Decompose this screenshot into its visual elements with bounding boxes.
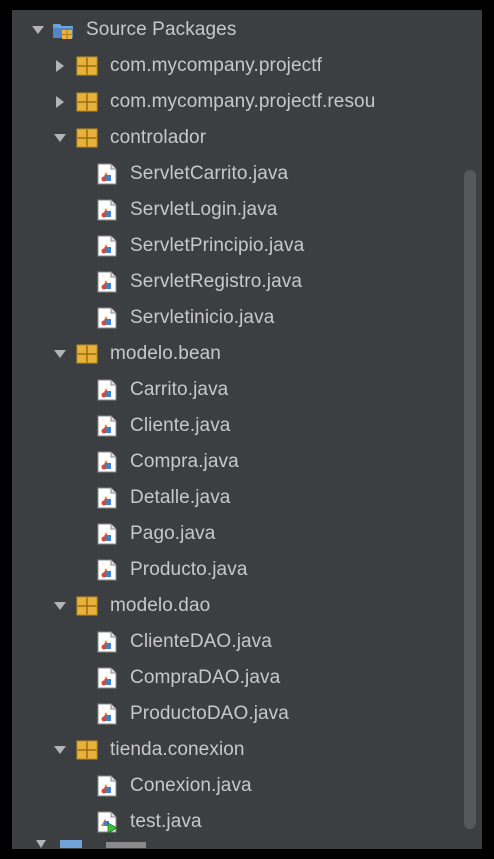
file-label: ServletCarrito.java bbox=[130, 163, 289, 184]
java-file-icon bbox=[96, 235, 118, 257]
tree-node-java-file[interactable]: Producto.java bbox=[96, 552, 458, 588]
tree-node-java-file[interactable]: CompraDAO.java bbox=[96, 660, 458, 696]
package-icon bbox=[76, 55, 98, 77]
file-label: Detalle.java bbox=[130, 487, 231, 508]
tree-node-partial bbox=[36, 834, 156, 849]
package-icon bbox=[76, 595, 98, 617]
file-label: ProductoDAO.java bbox=[130, 703, 289, 724]
tree-node-java-file[interactable]: Carrito.java bbox=[96, 372, 458, 408]
file-label: test.java bbox=[130, 811, 202, 832]
tree-node-java-file[interactable]: ServletPrincipio.java bbox=[96, 228, 458, 264]
tree-node-java-file[interactable]: Servletinicio.java bbox=[96, 300, 458, 336]
java-file-icon bbox=[96, 631, 118, 653]
tree-node-java-file[interactable]: Cliente.java bbox=[96, 408, 458, 444]
source-packages-icon bbox=[52, 19, 74, 41]
package-label: tienda.conexion bbox=[110, 739, 245, 760]
collapsed-arrow-icon[interactable] bbox=[52, 94, 68, 110]
java-file-icon bbox=[96, 307, 118, 329]
expanded-arrow-icon[interactable] bbox=[52, 742, 68, 758]
file-label: Cliente.java bbox=[130, 415, 231, 436]
java-file-icon bbox=[96, 703, 118, 725]
file-label: Servletinicio.java bbox=[130, 307, 275, 328]
tree-node-java-file[interactable]: Detalle.java bbox=[96, 480, 458, 516]
tree-node-java-file[interactable]: Pago.java bbox=[96, 516, 458, 552]
java-file-icon bbox=[96, 775, 118, 797]
partial-row-fragment-icon bbox=[36, 840, 146, 848]
file-label: Conexion.java bbox=[130, 775, 252, 796]
tree-node-java-file[interactable]: ServletRegistro.java bbox=[96, 264, 458, 300]
java-file-icon bbox=[96, 487, 118, 509]
java-file-icon bbox=[96, 163, 118, 185]
tree-node-source-packages[interactable]: Source Packages bbox=[30, 12, 458, 48]
tree-node-package[interactable]: com.mycompany.projectf bbox=[52, 48, 458, 84]
file-label: Producto.java bbox=[130, 559, 248, 580]
file-label: Compra.java bbox=[130, 451, 239, 472]
java-file-icon bbox=[96, 379, 118, 401]
package-icon bbox=[76, 343, 98, 365]
java-file-icon bbox=[96, 667, 118, 689]
package-label: modelo.dao bbox=[110, 595, 211, 616]
tree-node-package[interactable]: modelo.dao bbox=[52, 588, 458, 624]
tree-node-package[interactable]: controlador bbox=[52, 120, 458, 156]
package-icon bbox=[76, 127, 98, 149]
file-label: Pago.java bbox=[130, 523, 216, 544]
java-file-icon bbox=[96, 451, 118, 473]
java-file-icon bbox=[96, 415, 118, 437]
tree-node-java-file[interactable]: Conexion.java bbox=[96, 768, 458, 804]
java-file-icon bbox=[96, 199, 118, 221]
package-label: com.mycompany.projectf bbox=[110, 55, 322, 76]
java-main-file-icon bbox=[96, 811, 118, 833]
tree-node-package[interactable]: modelo.bean bbox=[52, 336, 458, 372]
java-file-icon bbox=[96, 523, 118, 545]
file-label: Carrito.java bbox=[130, 379, 229, 400]
tree-node-java-file[interactable]: ClienteDAO.java bbox=[96, 624, 458, 660]
file-label: CompraDAO.java bbox=[130, 667, 281, 688]
collapsed-arrow-icon[interactable] bbox=[52, 58, 68, 74]
file-label: ServletPrincipio.java bbox=[130, 235, 305, 256]
package-icon bbox=[76, 739, 98, 761]
file-label: ClienteDAO.java bbox=[130, 631, 272, 652]
package-label: controlador bbox=[110, 127, 207, 148]
file-label: ServletRegistro.java bbox=[130, 271, 303, 292]
vertical-scrollbar[interactable] bbox=[464, 170, 476, 829]
project-tree-panel: Source Packages com.mycompany.projectf c… bbox=[12, 10, 482, 849]
expanded-arrow-icon[interactable] bbox=[52, 598, 68, 614]
package-label: modelo.bean bbox=[110, 343, 221, 364]
expanded-arrow-icon[interactable] bbox=[30, 22, 46, 38]
tree-node-java-file[interactable]: ProductoDAO.java bbox=[96, 696, 458, 732]
expanded-arrow-icon[interactable] bbox=[52, 130, 68, 146]
file-label: ServletLogin.java bbox=[130, 199, 278, 220]
java-file-icon bbox=[96, 559, 118, 581]
tree-node-java-file[interactable]: ServletLogin.java bbox=[96, 192, 458, 228]
expanded-arrow-icon[interactable] bbox=[52, 346, 68, 362]
java-file-icon bbox=[96, 271, 118, 293]
tree-node-java-file[interactable]: Compra.java bbox=[96, 444, 458, 480]
package-icon bbox=[76, 91, 98, 113]
tree-node-package[interactable]: com.mycompany.projectf.resou bbox=[52, 84, 458, 120]
tree-node-label: Source Packages bbox=[86, 19, 237, 40]
package-label: com.mycompany.projectf.resou bbox=[110, 91, 376, 112]
tree-node-java-file[interactable]: ServletCarrito.java bbox=[96, 156, 458, 192]
tree-node-package[interactable]: tienda.conexion bbox=[52, 732, 458, 768]
screenshot-frame: Source Packages com.mycompany.projectf c… bbox=[0, 0, 494, 859]
